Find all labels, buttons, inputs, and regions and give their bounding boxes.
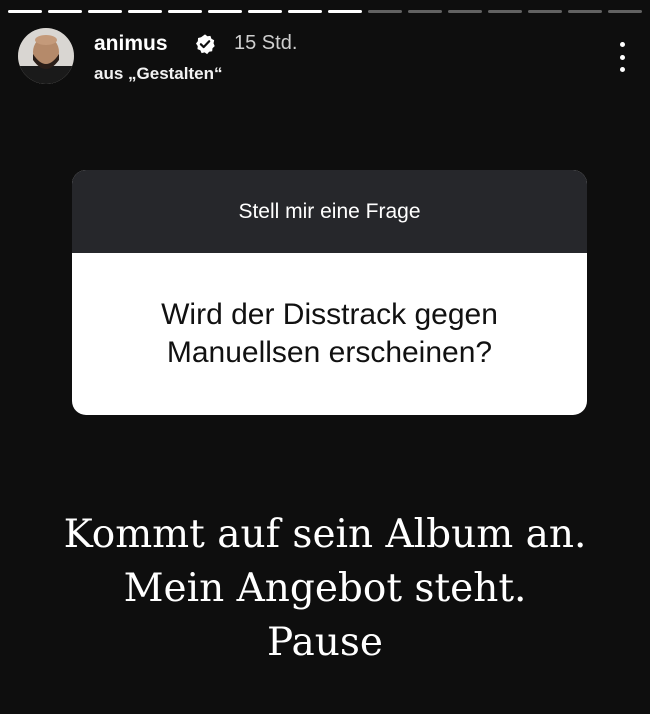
more-dot bbox=[619, 54, 625, 60]
story-view[interactable]: animus 15 Std. aus „Gestalten“ Stell mir… bbox=[0, 0, 650, 714]
progress-segment bbox=[528, 10, 562, 13]
progress-segment bbox=[288, 10, 322, 13]
progress-segment bbox=[8, 10, 42, 13]
progress-segment bbox=[48, 10, 82, 13]
progress-segment bbox=[88, 10, 122, 13]
sticker-question: Wird der Disstrack gegen Manuellsen ersc… bbox=[72, 253, 587, 415]
answer-line: Pause bbox=[267, 620, 383, 665]
more-vertical-icon[interactable] bbox=[616, 42, 628, 72]
answer-line: Mein Angebot steht. bbox=[123, 566, 527, 611]
progress-segment bbox=[608, 10, 642, 13]
progress-segment bbox=[328, 10, 362, 13]
question-sticker[interactable]: Stell mir eine Frage Wird der Disstrack … bbox=[72, 170, 587, 415]
progress-segment bbox=[168, 10, 202, 13]
avatar-image bbox=[18, 28, 74, 84]
more-dot bbox=[619, 42, 625, 47]
post-time: 15 Std. bbox=[234, 32, 298, 54]
username[interactable]: animus bbox=[94, 32, 168, 56]
progress-segment bbox=[448, 10, 482, 13]
sticker-title: Stell mir eine Frage bbox=[72, 170, 587, 253]
progress-segment bbox=[128, 10, 162, 13]
highlight-source[interactable]: aus „Gestalten“ bbox=[94, 64, 223, 84]
answer-line: Kommt auf sein Album an. bbox=[63, 512, 587, 557]
story-header: animus 15 Std. aus „Gestalten“ bbox=[18, 28, 636, 88]
progress-segment bbox=[488, 10, 522, 13]
question-line: Wird der Disstrack gegen bbox=[161, 298, 498, 331]
avatar[interactable] bbox=[18, 28, 74, 84]
verified-badge-icon bbox=[196, 34, 215, 55]
progress-segment bbox=[208, 10, 242, 13]
answer-text: Kommt auf sein Album an. Mein Angebot st… bbox=[0, 508, 650, 670]
question-line: Manuellsen erscheinen? bbox=[166, 336, 493, 369]
progress-segment bbox=[248, 10, 282, 13]
progress-segment bbox=[368, 10, 402, 13]
more-dot bbox=[619, 67, 625, 72]
progress-segment bbox=[568, 10, 602, 13]
progress-segment bbox=[408, 10, 442, 13]
story-progress-bar bbox=[8, 10, 642, 13]
